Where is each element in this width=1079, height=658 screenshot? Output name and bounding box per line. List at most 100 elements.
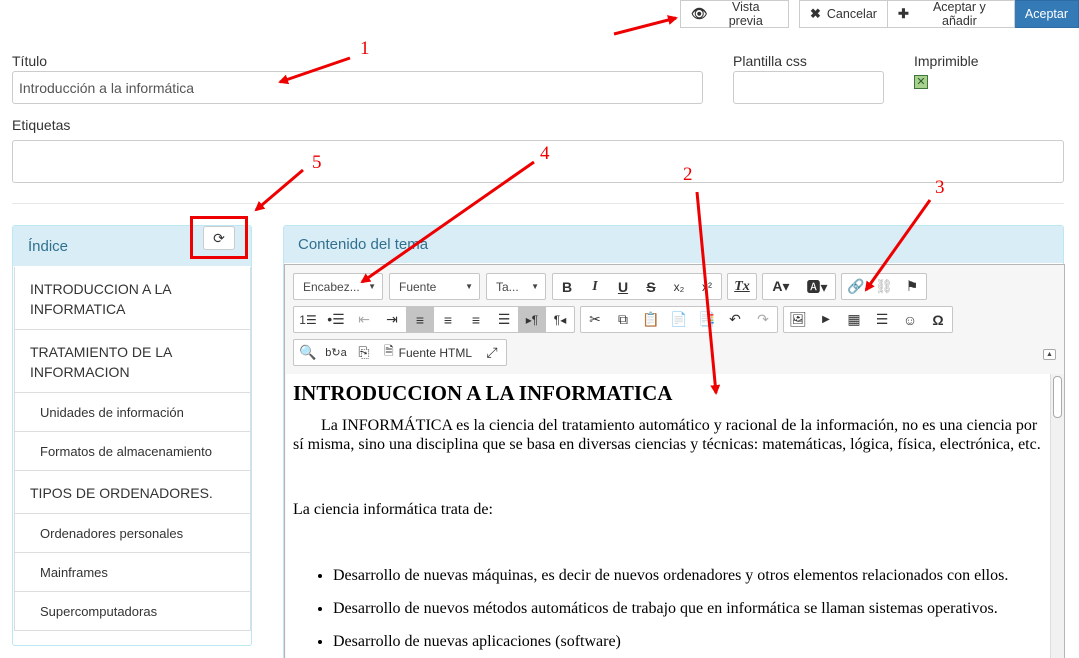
link-group: 🔗 ⛓ ⚑ [841,273,927,300]
color-group: A▾ 🅰▾ [762,273,836,300]
clipboard-group: ✂ ⧉ 📋 📄 📑 ↶ ↷ [580,306,778,333]
annotation-number-1: 1 [360,38,370,59]
document-icon: 🗎 [384,344,394,358]
search-icon[interactable]: 🔍 [294,340,322,365]
text-color-button[interactable]: A▾ [763,274,799,299]
cut-icon[interactable]: ✂ [581,307,609,332]
size-combo[interactable]: Ta... ▼ [486,273,546,300]
rtl-icon[interactable]: ¶◂ [546,307,574,332]
source-html-button[interactable]: 🗎 Fuente HTML [378,340,478,365]
refresh-icon: ⟳ [213,229,225,246]
index-panel: Índice INTRODUCCION A LA INFORMATICA TRAT… [12,225,252,646]
numbered-list-icon[interactable]: 1☰ [294,307,322,332]
preview-label: Vista previa [728,0,763,28]
smiley-icon[interactable]: ☺ [896,307,924,332]
bg-color-button[interactable]: 🅰▾ [799,274,835,299]
image-icon[interactable]: 🖼 [784,307,812,332]
refresh-highlight: ⟳ [190,216,248,259]
index-item[interactable]: INTRODUCCION A LA INFORMATICA [15,267,250,329]
font-combo-label: Fuente [399,279,437,294]
youtube-icon[interactable]: ▶ [812,307,840,332]
editor-toolbar-row-2: 1☰ •☰ ⇤ ⇥ ≡ ≡ ≡ ☰ ▸¶ ¶◂ ✂ ⧉ 📋 📄 📑 ↶ ↷ 🖼 … [293,306,958,333]
chevron-down-icon: ▼ [531,282,539,291]
align-justify-icon[interactable]: ☰ [490,307,518,332]
horizontal-rule-icon[interactable]: ☰ [868,307,896,332]
index-item[interactable]: Unidades de información [15,392,250,431]
heading-combo[interactable]: Encabez... ▼ [293,273,383,300]
strikethrough-button[interactable]: S [637,274,665,299]
anchor-flag-icon[interactable]: ⚑ [898,274,926,299]
index-item[interactable]: Mainframes [15,552,250,591]
chevron-down-icon: ▼ [465,282,473,291]
index-item[interactable]: Ordenadores personales [15,513,250,552]
printable-label: Imprimible [914,53,979,69]
bullet-list-icon[interactable]: •☰ [322,307,350,332]
outdent-icon[interactable]: ⇤ [350,307,378,332]
editor-content[interactable]: INTRODUCCION A LA INFORMATICA La INFORMÁ… [286,374,1050,658]
accept-add-button[interactable]: ✚ Aceptar y añadir [887,0,1015,28]
underline-button[interactable]: U [609,274,637,299]
bold-button[interactable]: B [553,274,581,299]
tags-input[interactable] [12,140,1064,183]
page-break-icon[interactable]: ⎘ [350,340,378,365]
preview-button[interactable]: 👁 Vista previa [680,0,789,28]
tools-group: 🔍 b↻a ⎘ 🗎 Fuente HTML ⤢ [293,339,508,366]
indent-icon[interactable]: ⇥ [378,307,406,332]
plus-icon: ✚ [897,6,909,21]
index-item[interactable]: TIPOS DE ORDENADORES. [15,470,250,513]
index-list: INTRODUCCION A LA INFORMATICA TRATAMIENTO… [14,267,251,631]
cancel-button[interactable]: ✖ Cancelar [799,0,888,28]
align-left-icon[interactable]: ≡ [406,307,434,332]
italic-button[interactable]: I [581,274,609,299]
undo-icon[interactable]: ↶ [721,307,749,332]
content-list: Desarrollo de nuevas máquinas, es decir … [333,566,1043,651]
scrollbar-thumb[interactable] [1053,376,1062,418]
replace-icon[interactable]: b↻a [322,340,350,365]
size-combo-label: Ta... [496,279,519,294]
index-item[interactable]: Formatos de almacenamiento [15,431,250,470]
remove-format-button[interactable]: Tx [728,274,756,299]
table-icon[interactable]: ▦ [840,307,868,332]
special-char-icon[interactable]: Ω [924,307,952,332]
action-bar: 👁 Vista previa ✖ Cancelar ✚ Aceptar y añ… [680,0,1079,28]
content-list-item: Desarrollo de nuevas aplicaciones (softw… [333,632,1043,651]
editor-toolbar-row-3: 🔍 b↻a ⎘ 🗎 Fuente HTML ⤢ [293,339,512,366]
eye-icon: 👁 [691,6,708,21]
css-template-label: Plantilla css [733,53,807,69]
css-template-input[interactable] [733,71,884,104]
copy-icon[interactable]: ⧉ [609,307,637,332]
collapse-toolbar-icon[interactable]: ▲ [1043,349,1056,360]
refresh-button[interactable]: ⟳ [203,226,235,250]
source-html-label: Fuente HTML [398,345,473,360]
link-icon[interactable]: 🔗 [842,274,870,299]
content-list-item: Desarrollo de nuevos métodos automáticos… [333,599,1043,618]
cancel-label: Cancelar [826,7,877,21]
accept-button[interactable]: Aceptar [1014,0,1079,28]
printable-checkbox[interactable]: ✕ [914,75,928,89]
redo-icon[interactable]: ↷ [749,307,777,332]
paste-word-icon[interactable]: 📑 [693,307,721,332]
index-item[interactable]: TRATAMIENTO DE LA INFORMACION [15,329,250,392]
align-center-icon[interactable]: ≡ [434,307,462,332]
align-right-icon[interactable]: ≡ [462,307,490,332]
superscript-button[interactable]: x² [693,274,721,299]
insert-group: 🖼 ▶ ▦ ☰ ☺ Ω [783,306,953,333]
index-item[interactable]: Supercomputadoras [15,591,250,630]
heading-combo-label: Encabez... [303,279,360,294]
ltr-icon[interactable]: ▸¶ [518,307,546,332]
content-paragraph: La ciencia informática trata de: [293,501,493,518]
paste-text-icon[interactable]: 📄 [665,307,693,332]
content-panel: Contenido del tema Encabez... ▼ Fuente ▼ T… [283,225,1065,658]
subscript-button[interactable]: x₂ [665,274,693,299]
content-list-item: Desarrollo de nuevas máquinas, es decir … [333,566,1043,585]
scrollbar[interactable] [1050,374,1064,658]
editor-toolbar-row-1: Encabez... ▼ Fuente ▼ Ta... ▼ B I U S x₂ x²… [293,273,932,300]
paste-icon[interactable]: 📋 [637,307,665,332]
format-group: B I U S x₂ x² [552,273,722,300]
unlink-icon[interactable]: ⛓ [870,274,898,299]
rich-text-editor: Encabez... ▼ Fuente ▼ Ta... ▼ B I U S x₂ x²… [284,264,1065,658]
title-input[interactable]: Introducción a la informática [12,71,703,104]
maximize-icon[interactable]: ⤢ [478,340,506,365]
content-heading: INTRODUCCION A LA INFORMATICA [293,381,673,405]
font-combo[interactable]: Fuente ▼ [389,273,480,300]
